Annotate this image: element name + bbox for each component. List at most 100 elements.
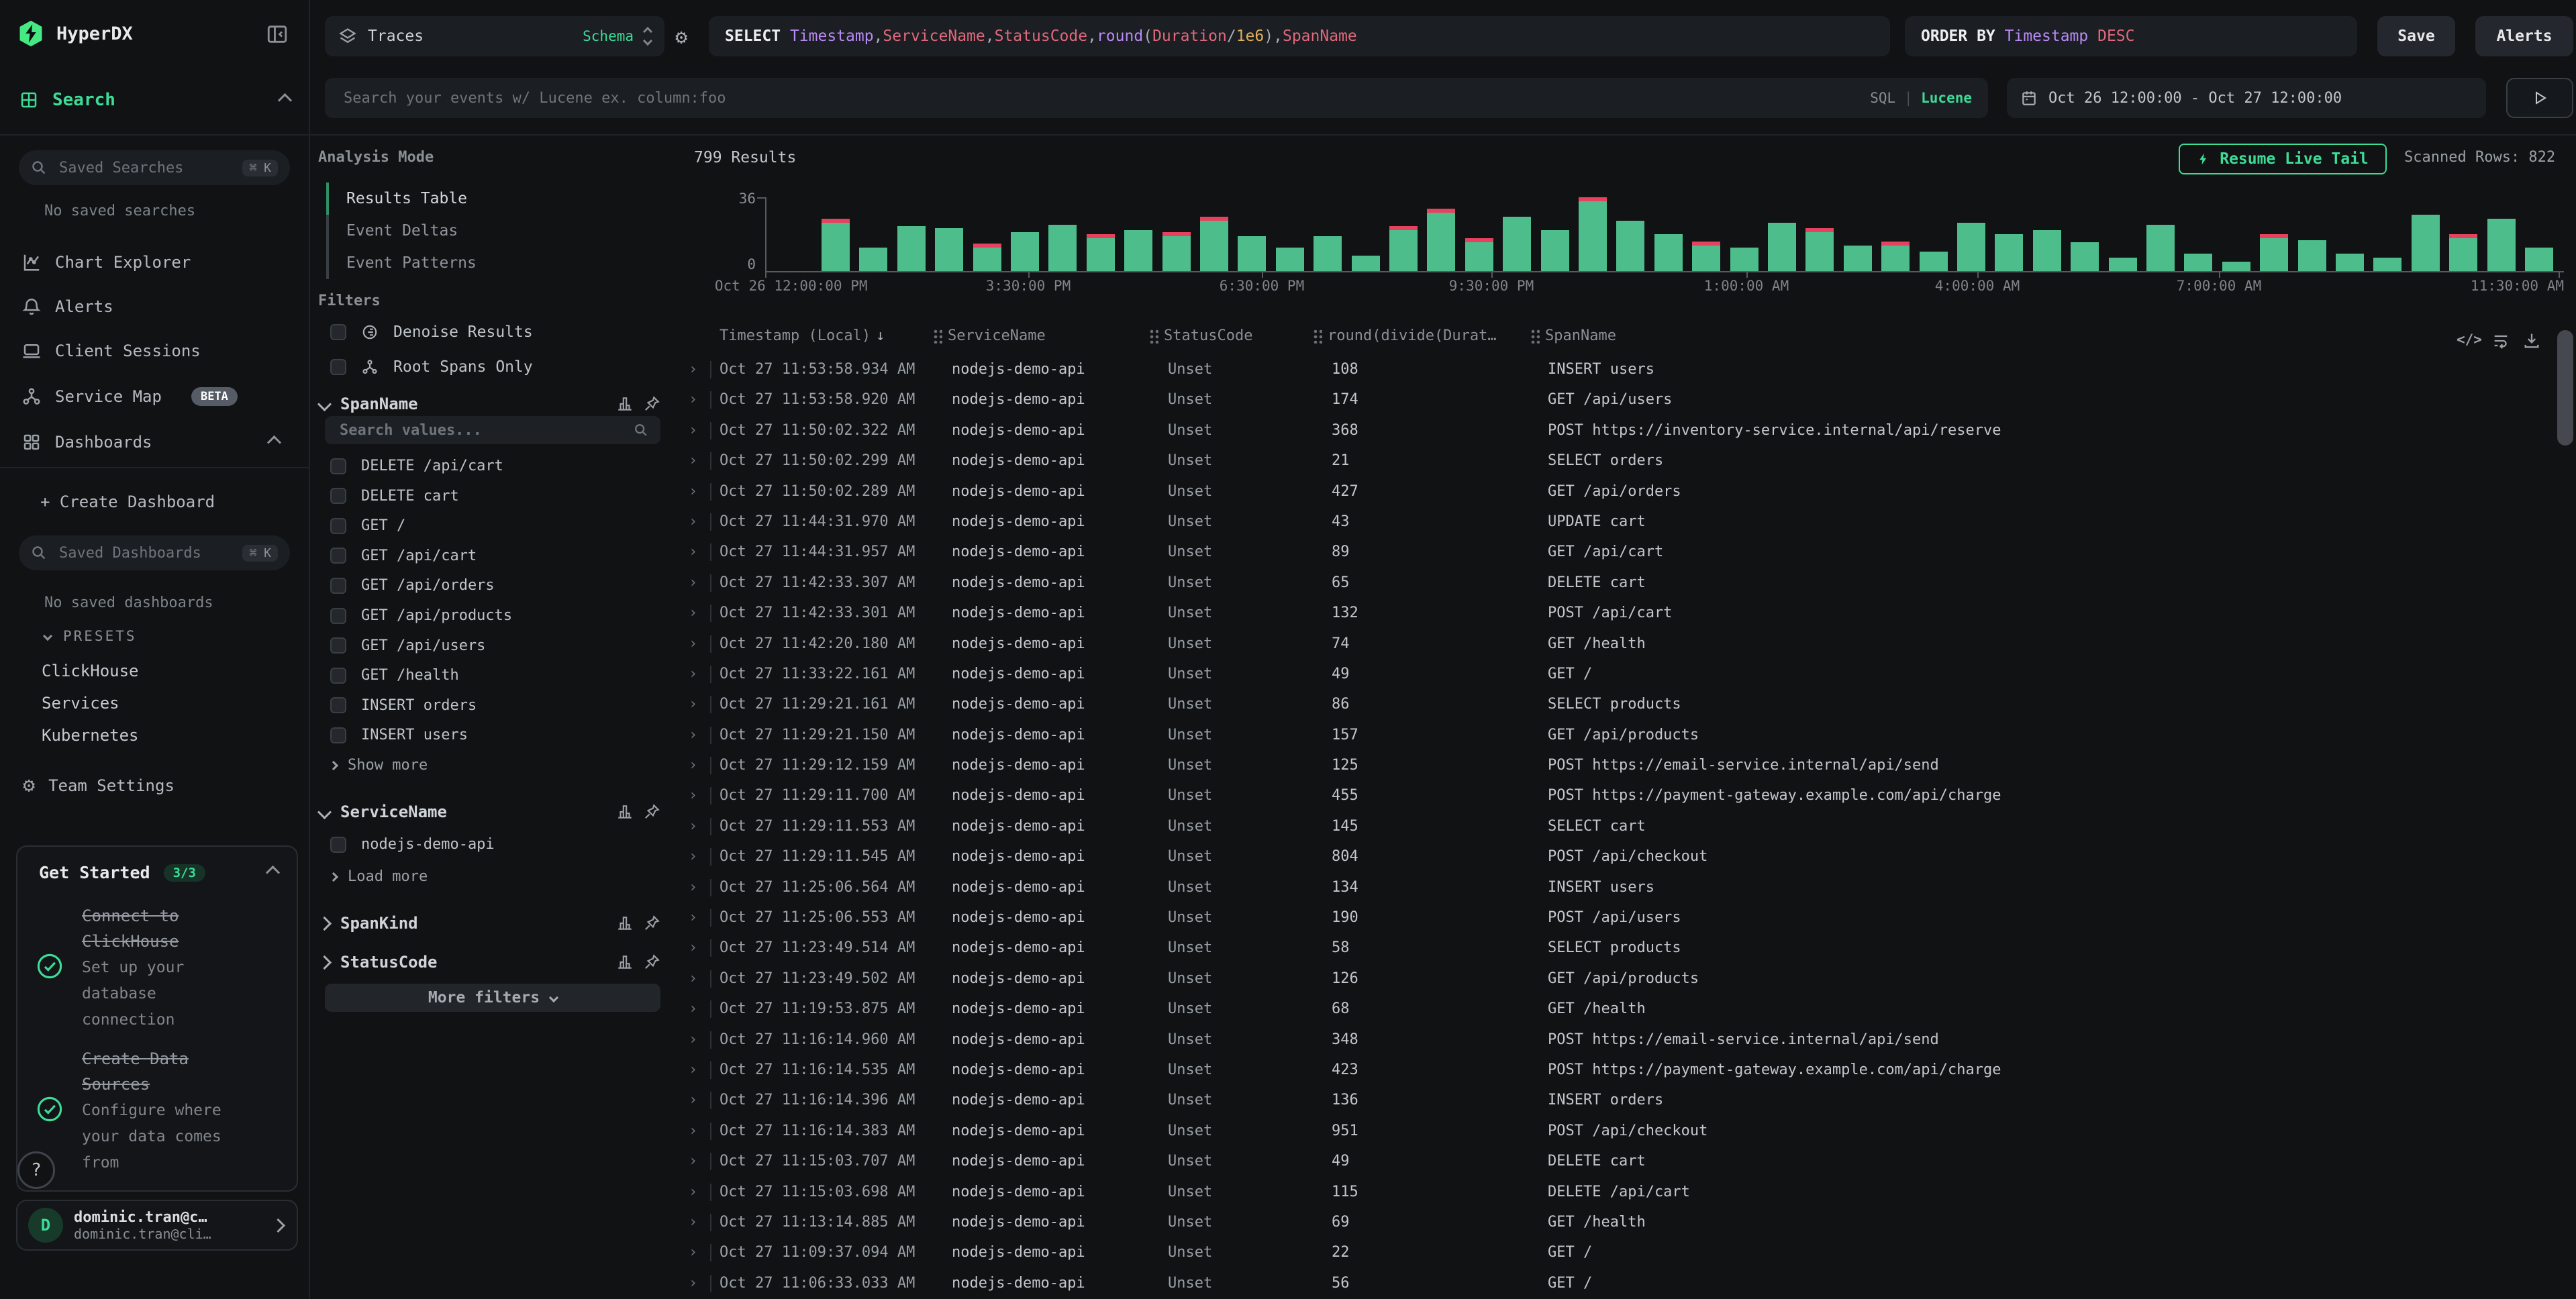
event-search-input[interactable] [341,89,1870,108]
chart-icon[interactable] [616,395,634,413]
date-range-picker[interactable]: Oct 26 12:00:00 - Oct 27 12:00:00 [2007,78,2486,118]
analysis-mode-option[interactable]: Results Table [326,183,477,215]
checkbox[interactable] [330,668,346,684]
filter-value-row[interactable]: GET /api/orders [330,577,495,594]
checkbox[interactable] [330,359,346,375]
table-row[interactable]: ›Oct 27 11:15:03.698 AMnodejs-demo-apiUn… [678,1177,2557,1207]
table-row[interactable]: ›Oct 27 11:33:22.161 AMnodejs-demo-apiUn… [678,659,2557,689]
pin-icon[interactable] [643,395,660,413]
expand-row-icon[interactable]: › [689,964,697,994]
filter-value-row[interactable]: DELETE /api/cart [330,458,503,474]
expand-row-icon[interactable]: › [689,384,697,415]
filter-value-row[interactable]: GET / [330,517,405,534]
column-duration[interactable]: round(divide(Durat… [1313,327,1497,344]
table-row[interactable]: ›Oct 27 11:50:02.299 AMnodejs-demo-apiUn… [678,446,2557,476]
denoise-results-toggle[interactable]: Denoise Results [330,323,533,341]
chart-icon[interactable] [616,915,634,932]
expand-row-icon[interactable]: › [689,811,697,841]
spanname-show-more[interactable]: Show more [330,757,428,774]
saved-searches-input[interactable] [56,158,233,178]
table-row[interactable]: ›Oct 27 11:09:37.094 AMnodejs-demo-apiUn… [678,1237,2557,1267]
expand-row-icon[interactable]: › [689,1177,697,1207]
collapse-search-icon[interactable] [278,93,292,107]
sidebar-item-client-sessions[interactable]: Client Sessions [21,341,290,361]
checkbox[interactable] [330,578,346,594]
save-button[interactable]: Save [2377,16,2455,56]
table-row[interactable]: ›Oct 27 11:29:21.150 AMnodejs-demo-apiUn… [678,720,2557,750]
table-row[interactable]: ›Oct 27 11:29:11.553 AMnodejs-demo-apiUn… [678,811,2557,841]
preset-item[interactable]: Kubernetes [42,719,139,751]
analysis-mode-option[interactable]: Event Deltas [326,215,477,247]
query-settings-gear-icon[interactable]: ⚙ [675,25,687,49]
sidebar-item-chart-explorer[interactable]: Chart Explorer [21,252,290,272]
preset-item[interactable]: Services [42,687,139,719]
expand-row-icon[interactable]: › [689,1207,697,1237]
expand-row-icon[interactable]: › [689,1146,697,1176]
expand-row-icon[interactable]: › [689,902,697,933]
table-row[interactable]: ›Oct 27 11:44:31.957 AMnodejs-demo-apiUn… [678,537,2557,567]
table-scrollbar-thumb[interactable] [2557,330,2573,446]
table-row[interactable]: ›Oct 27 11:16:14.396 AMnodejs-demo-apiUn… [678,1085,2557,1115]
drag-handle-icon[interactable] [1149,329,1158,344]
expand-row-icon[interactable]: › [689,598,697,628]
table-row[interactable]: ›Oct 27 11:42:33.307 AMnodejs-demo-apiUn… [678,568,2557,598]
filter-value-row[interactable]: GET /api/products [330,607,512,624]
table-row[interactable]: ›Oct 27 11:53:58.934 AMnodejs-demo-apiUn… [678,354,2557,384]
table-row[interactable]: ›Oct 27 11:53:58.920 AMnodejs-demo-apiUn… [678,384,2557,415]
select-clause-input[interactable]: SELECT Timestamp,ServiceName,StatusCode,… [709,16,1890,56]
table-row[interactable]: ›Oct 27 11:44:31.970 AMnodejs-demo-apiUn… [678,507,2557,537]
expand-row-icon[interactable]: › [689,476,697,507]
collapse-dashboards-icon[interactable] [267,435,281,449]
table-row[interactable]: ›Oct 27 11:42:33.301 AMnodejs-demo-apiUn… [678,598,2557,628]
expand-row-icon[interactable]: › [689,689,697,719]
expand-row-icon[interactable]: › [689,720,697,750]
column-statuscode[interactable]: StatusCode [1149,327,1252,344]
sidebar-item-team-settings[interactable]: ⚙ Team Settings [23,776,291,796]
chart-icon[interactable] [616,803,634,821]
help-button[interactable]: ? [17,1151,55,1189]
expand-row-icon[interactable]: › [689,780,697,811]
wrap-lines-icon[interactable] [2491,331,2510,350]
presets-toggle[interactable]: PRESETS [44,628,137,644]
table-row[interactable]: ›Oct 27 11:42:20.180 AMnodejs-demo-apiUn… [678,629,2557,659]
drag-handle-icon[interactable] [933,329,942,344]
checkbox[interactable] [330,488,346,504]
collapse-sidebar-icon[interactable] [266,23,289,46]
table-row[interactable]: ›Oct 27 11:23:49.502 AMnodejs-demo-apiUn… [678,964,2557,994]
preset-item[interactable]: ClickHouse [42,655,139,687]
analysis-mode-option[interactable]: Event Patterns [326,247,477,279]
table-row[interactable]: ›Oct 27 11:29:21.161 AMnodejs-demo-apiUn… [678,689,2557,719]
table-row[interactable]: ›Oct 27 11:06:33.033 AMnodejs-demo-apiUn… [678,1268,2557,1298]
table-row[interactable]: ›Oct 27 11:25:06.553 AMnodejs-demo-apiUn… [678,902,2557,933]
collapse-get-started-icon[interactable] [266,866,280,880]
user-profile[interactable]: D dominic.tran@c… dominic.tran@cli… [16,1200,298,1251]
table-row[interactable]: ›Oct 27 11:16:14.535 AMnodejs-demo-apiUn… [678,1055,2557,1085]
filter-value-row[interactable]: INSERT orders [330,697,477,714]
spanname-search-box[interactable] [325,416,660,444]
drag-handle-icon[interactable] [1530,329,1540,344]
column-timestamp[interactable]: Timestamp (Local)↓ [720,327,885,344]
pin-icon[interactable] [643,803,660,821]
sql-mode[interactable]: SQL [1870,90,1895,106]
expand-row-icon[interactable]: › [689,1268,697,1298]
spanname-search-input[interactable] [337,421,626,440]
table-row[interactable]: ›Oct 27 11:50:02.289 AMnodejs-demo-apiUn… [678,476,2557,507]
table-row[interactable]: ›Oct 27 11:29:12.159 AMnodejs-demo-apiUn… [678,750,2557,780]
pin-icon[interactable] [643,915,660,932]
order-by-input[interactable]: ORDER BY Timestamp DESC [1905,16,2357,56]
resume-live-tail-button[interactable]: Resume Live Tail [2179,144,2387,174]
sidebar-item-alerts[interactable]: Alerts [21,297,290,317]
table-row[interactable]: ›Oct 27 11:16:14.383 AMnodejs-demo-apiUn… [678,1116,2557,1146]
sidebar-item-search[interactable]: Search [19,90,290,110]
drag-handle-icon[interactable] [1313,329,1322,344]
checkbox[interactable] [330,548,346,564]
table-row[interactable]: ›Oct 27 11:15:03.707 AMnodejs-demo-apiUn… [678,1146,2557,1176]
view-code-icon[interactable]: </> [2457,331,2482,348]
get-started-step-1[interactable]: Connect to ClickHouse Set up your databa… [17,901,297,1031]
filter-value-row[interactable]: nodejs-demo-api [330,836,495,853]
alerts-button[interactable]: Alerts [2475,16,2573,56]
source-selector[interactable]: Traces Schema [325,16,664,56]
expand-row-icon[interactable]: › [689,1055,697,1085]
checkbox[interactable] [330,518,346,534]
filter-value-row[interactable]: GET /health [330,667,459,684]
